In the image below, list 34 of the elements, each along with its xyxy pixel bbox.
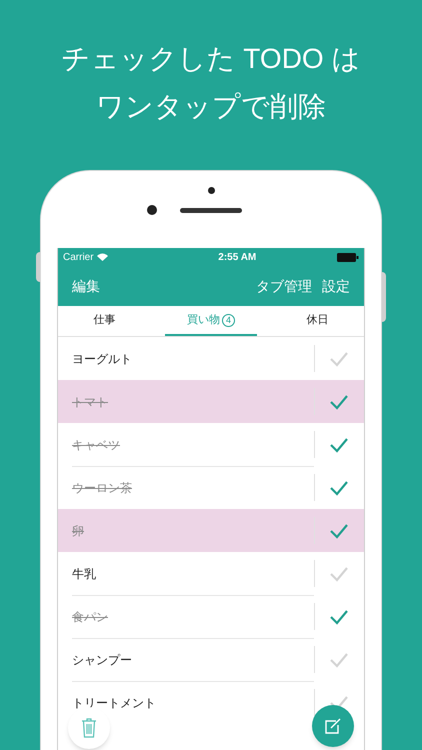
compose-button[interactable] [312, 705, 354, 747]
speaker [180, 208, 242, 213]
checkmark-icon[interactable] [329, 436, 349, 452]
todo-text: ヨーグルト [72, 350, 132, 368]
count-badge: 4 [222, 314, 235, 326]
todo-row[interactable]: 卵 [58, 509, 364, 552]
wifi-icon [96, 253, 108, 261]
checkmark-icon[interactable] [329, 394, 349, 410]
todo-text: 食パン [72, 609, 108, 626]
todo-text: ウーロン茶 [72, 480, 132, 497]
headline: チェックした TODO は [62, 42, 360, 76]
camera [208, 187, 214, 194]
status-time: 2:55 AM [218, 250, 256, 264]
carrier-label: Carrier [63, 250, 94, 264]
tab[interactable]: 仕事 [58, 306, 151, 336]
nav-button[interactable]: 設定 [322, 276, 350, 296]
todo-text: シャンプー [72, 652, 132, 669]
camera [147, 205, 157, 215]
todo-text: 牛乳 [72, 566, 96, 582]
todo-text: キャベツ [72, 436, 120, 454]
headline: ワンタップで削除 [96, 90, 326, 124]
checkmark-icon[interactable] [329, 608, 349, 624]
edit-button[interactable]: 編集 [72, 276, 100, 296]
todo-text: 卵 [72, 522, 84, 540]
trash-icon [81, 718, 97, 738]
delete-button[interactable] [68, 707, 110, 749]
todo-text: トマト [72, 394, 108, 410]
checkmark-icon[interactable] [329, 480, 349, 496]
battery-icon [336, 252, 359, 262]
nav-button[interactable]: タブ管理 [256, 276, 312, 296]
compose-icon [324, 717, 342, 735]
todo-row[interactable]: トマト [58, 380, 364, 423]
checkmark-icon[interactable] [329, 522, 349, 538]
tab[interactable]: 休日 [271, 306, 364, 336]
